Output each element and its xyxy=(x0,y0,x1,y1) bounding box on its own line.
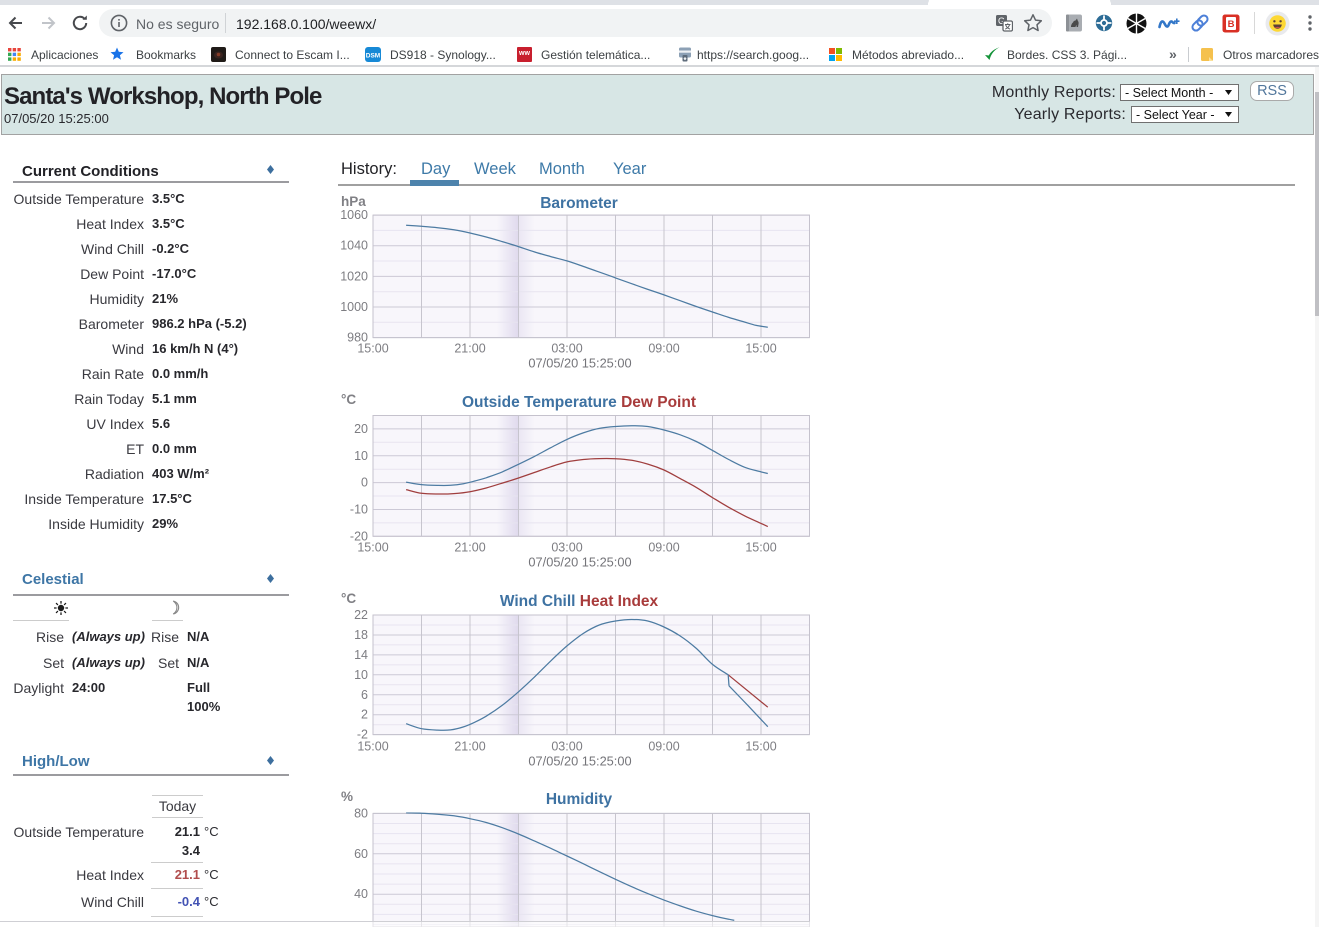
svg-text:15:00: 15:00 xyxy=(357,541,388,555)
svg-text:80: 80 xyxy=(354,806,368,820)
svg-text:15:00: 15:00 xyxy=(357,740,388,754)
svg-text:03:00: 03:00 xyxy=(551,342,582,356)
svg-text:21:00: 21:00 xyxy=(454,541,485,555)
svg-text:20: 20 xyxy=(354,422,368,436)
svg-text:22: 22 xyxy=(354,608,368,622)
svg-text:21:00: 21:00 xyxy=(454,342,485,356)
svg-text:2: 2 xyxy=(361,708,368,722)
svg-text:10: 10 xyxy=(354,449,368,463)
svg-text:Humidity: Humidity xyxy=(546,791,613,808)
svg-text:6: 6 xyxy=(361,688,368,702)
svg-text:09:00: 09:00 xyxy=(648,541,679,555)
svg-text:15:00: 15:00 xyxy=(745,740,776,754)
svg-text:03:00: 03:00 xyxy=(551,541,582,555)
svg-text:ww: ww xyxy=(518,50,530,57)
svg-text:1060: 1060 xyxy=(340,208,368,222)
svg-text:Outside Temperature Dew Point: Outside Temperature Dew Point xyxy=(462,394,696,411)
svg-text:15:00: 15:00 xyxy=(745,342,776,356)
svg-text:Barometer: Barometer xyxy=(540,195,618,212)
svg-text:%: % xyxy=(341,789,353,804)
svg-text:09:00: 09:00 xyxy=(648,342,679,356)
svg-text:14: 14 xyxy=(354,648,368,662)
svg-text:60: 60 xyxy=(354,847,368,861)
svg-text:07/05/20 15:25:00: 07/05/20 15:25:00 xyxy=(528,754,631,769)
svg-text:21:00: 21:00 xyxy=(454,740,485,754)
svg-text:1020: 1020 xyxy=(340,269,368,283)
svg-text:40: 40 xyxy=(354,887,368,901)
svg-text:-10: -10 xyxy=(350,503,368,517)
svg-text:Wind Chill Heat Index: Wind Chill Heat Index xyxy=(500,593,659,610)
svg-text:15:00: 15:00 xyxy=(357,342,388,356)
svg-text:10: 10 xyxy=(354,668,368,682)
svg-text:1040: 1040 xyxy=(340,239,368,253)
svg-text:07/05/20 15:25:00: 07/05/20 15:25:00 xyxy=(528,356,631,371)
svg-text:hPa: hPa xyxy=(341,194,366,209)
svg-text:B: B xyxy=(1228,19,1235,30)
svg-text:°C: °C xyxy=(341,392,356,407)
svg-text:18: 18 xyxy=(354,628,368,642)
svg-text:09:00: 09:00 xyxy=(648,740,679,754)
svg-text:07/05/20 15:25:00: 07/05/20 15:25:00 xyxy=(528,555,631,570)
svg-text:1000: 1000 xyxy=(340,300,368,314)
svg-text:DSM: DSM xyxy=(366,53,380,60)
svg-text:03:00: 03:00 xyxy=(551,740,582,754)
svg-text:0: 0 xyxy=(361,476,368,490)
svg-text:15:00: 15:00 xyxy=(745,541,776,555)
svg-text:°C: °C xyxy=(341,591,356,606)
